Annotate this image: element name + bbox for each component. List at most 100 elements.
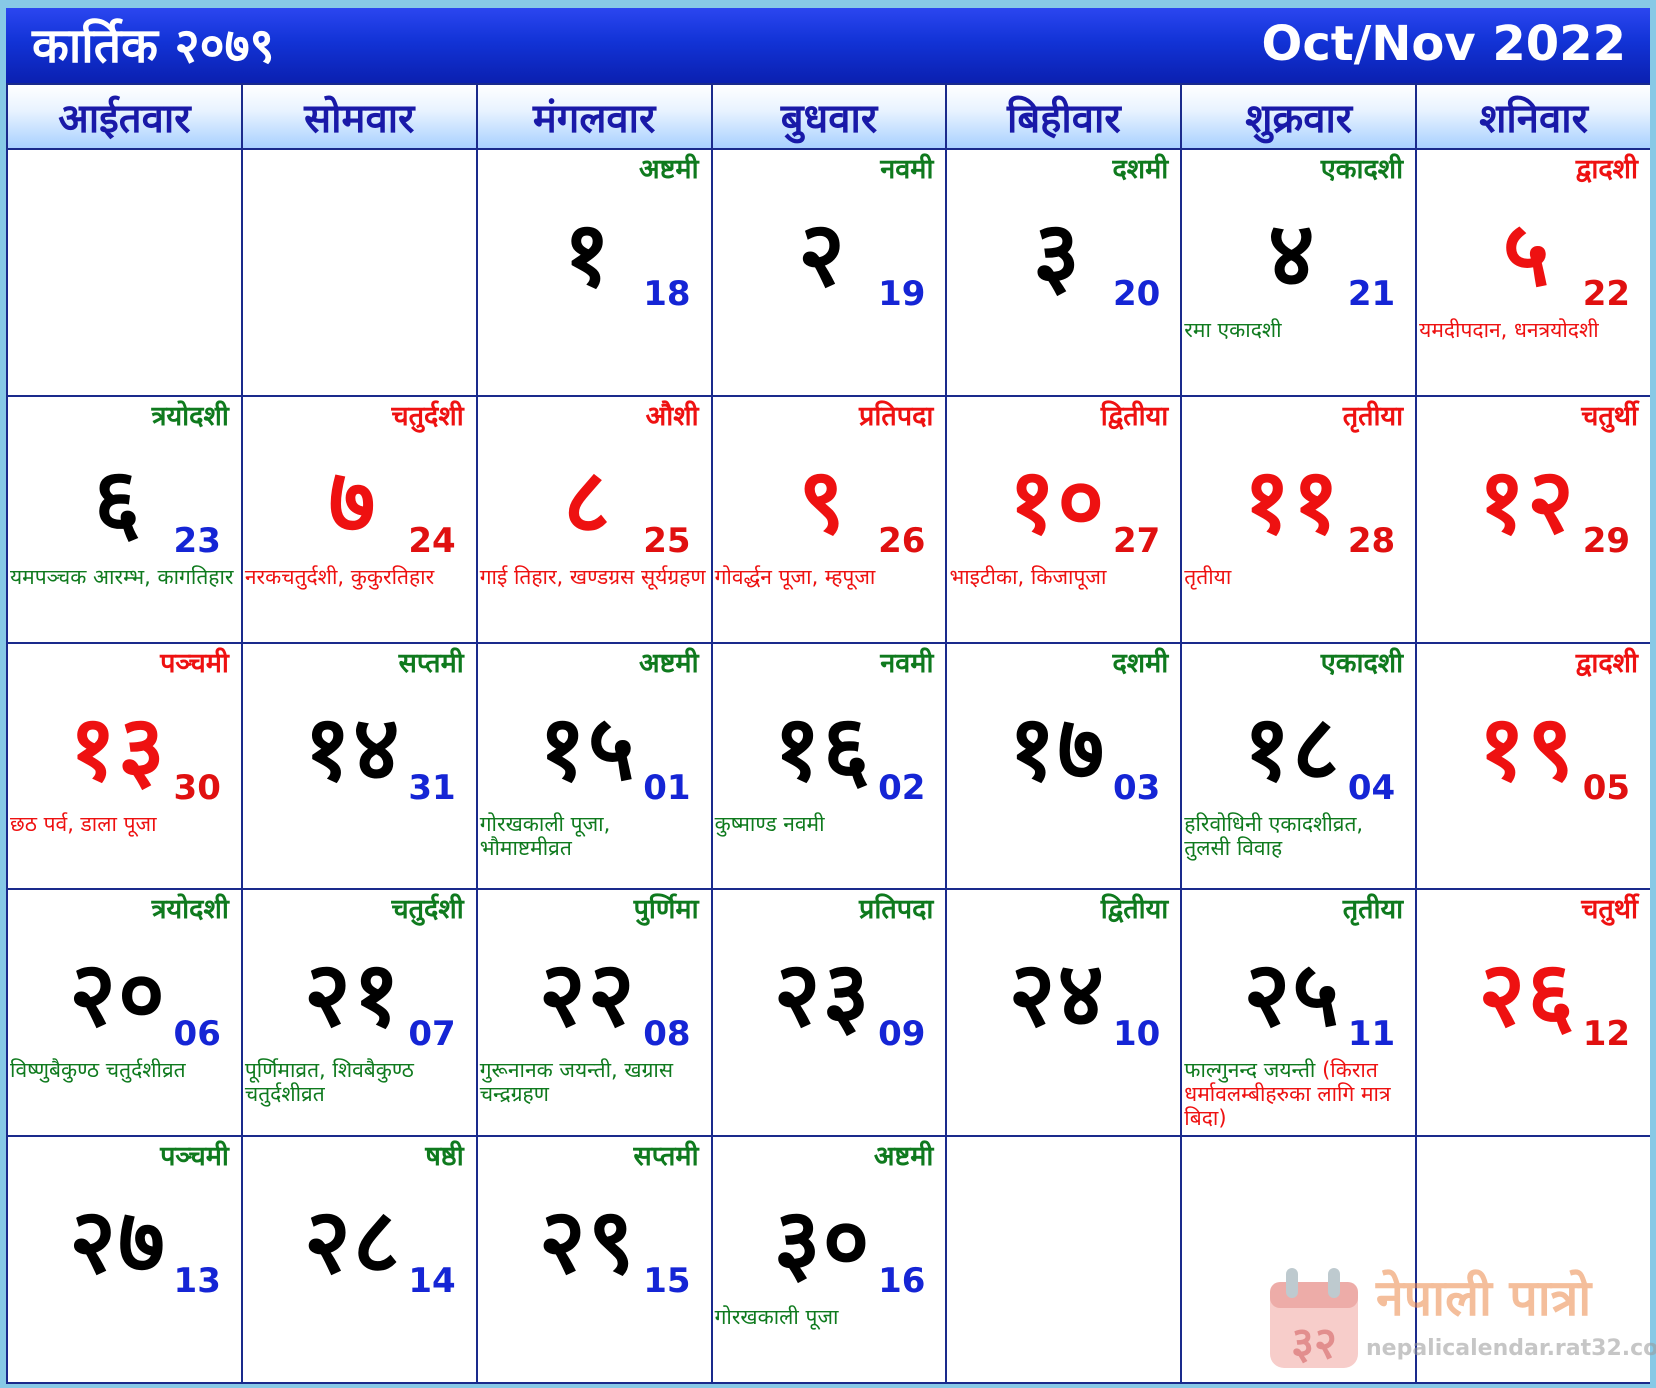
tithi-label: दशमी bbox=[1112, 154, 1169, 185]
tithi-label: एकादशी bbox=[1320, 154, 1404, 185]
tithi-label: नवमी bbox=[880, 647, 934, 679]
day-cell[interactable]: चतुर्दशी २१ 07 पूर्णिमाव्रत, शिवबैकुण्ठ चतु… bbox=[242, 890, 476, 1136]
day-cell[interactable]: तृतीया २५ 11 फाल्गुनन्द जयन्ती (किरात धर्मा… bbox=[1182, 890, 1416, 1136]
weekday-6: शनिवार bbox=[1417, 85, 1651, 148]
day-cell[interactable]: द्वितीया २४ 10 bbox=[947, 890, 1181, 1136]
day-cell[interactable]: षष्ठी २८ 14 bbox=[242, 1137, 476, 1382]
event-note-text: गोरखकाली पूजा bbox=[714, 1305, 839, 1330]
day-cell[interactable]: एकादशी ४ 21 रमा एकादशी bbox=[1182, 150, 1416, 395]
tithi-label: प्रतिपदा bbox=[859, 894, 934, 926]
empty-day-cell bbox=[242, 150, 476, 395]
event-note-text: भाइटीका, किजापूजा bbox=[949, 564, 1107, 589]
tithi-label: चतुर्दशी bbox=[391, 894, 464, 926]
watermark-site: nepalicalendar.rat32.com bbox=[1366, 1336, 1656, 1361]
ad-date: 09 bbox=[878, 1014, 926, 1055]
day-cell[interactable]: दशमी ३ 20 bbox=[947, 150, 1181, 395]
day-cell[interactable]: एकादशी १८ 04 हरिवोधिनी एकादशीव्रत, तुलसी वि… bbox=[1182, 643, 1416, 889]
tithi-label: चतुर्थी bbox=[1581, 400, 1639, 432]
weekday-0: आईतवार bbox=[8, 85, 241, 148]
day-cell[interactable]: दशमी १७ 03 bbox=[947, 643, 1181, 889]
ad-date: 20 bbox=[1112, 274, 1161, 314]
day-cell[interactable]: त्रयोदशी ६ 23 यमपञ्चक आरम्भ, कागतिहार bbox=[8, 396, 241, 642]
day-cell[interactable]: अष्टमी १५ 01 गोरखकाली पूजा, भौमाष्टमीव्रत bbox=[477, 643, 711, 889]
event-note-text: फाल्गुनन्द जयन्ती bbox=[1184, 1058, 1316, 1083]
tithi-label: पञ्चमी bbox=[160, 1141, 229, 1173]
tithi-label: षष्ठी bbox=[425, 1141, 464, 1173]
event-note: गाई तिहार, खण्डग्रस सूर्यग्रहण bbox=[480, 565, 707, 589]
tithi-label: अष्टमी bbox=[639, 154, 699, 185]
ad-date: 28 bbox=[1347, 520, 1396, 561]
ad-date: 07 bbox=[408, 1014, 456, 1055]
event-note: विष्णुबैकुण्ठ चतुर्दशीव्रत bbox=[10, 1058, 237, 1082]
day-cell[interactable]: सप्तमी २९ 15 bbox=[477, 1137, 711, 1382]
ad-date: 13 bbox=[173, 1261, 221, 1302]
calendar-logo-icon: ३२ bbox=[1270, 1268, 1358, 1369]
day-cell[interactable]: नवमी २ 19 bbox=[712, 150, 946, 395]
day-cell[interactable]: सप्तमी १४ 31 bbox=[242, 643, 476, 889]
event-note: पूर्णिमाव्रत, शिवबैकुण्ठ चतुर्दशीव्रत bbox=[245, 1058, 472, 1106]
day-cell[interactable]: प्रतिपदा २३ 09 bbox=[712, 890, 946, 1136]
ad-date: 11 bbox=[1347, 1014, 1396, 1055]
day-cell[interactable]: चतुर्दशी ७ 24 नरकचतुर्दशी, कुकुरतिहार bbox=[242, 396, 476, 642]
weekday-1: सोमवार bbox=[242, 85, 476, 148]
tithi-label: सप्तमी bbox=[398, 647, 464, 679]
event-note: हरिवोधिनी एकादशीव्रत, तुलसी विवाह bbox=[1184, 812, 1411, 860]
day-cell[interactable]: पुर्णिमा २२ 08 गुरूनानक जयन्ती, खग्रास चन्द… bbox=[477, 890, 711, 1136]
event-note-text: विष्णुबैकुण्ठ चतुर्दशीव्रत bbox=[10, 1058, 186, 1083]
day-cell[interactable]: अष्टमी ३० 16 गोरखकाली पूजा bbox=[712, 1137, 946, 1382]
weekday-3: बुधवार bbox=[712, 85, 946, 148]
ad-date: 25 bbox=[643, 520, 691, 561]
event-note: छठ पर्व, डाला पूजा bbox=[10, 812, 237, 836]
day-cell[interactable]: त्रयोदशी २० 06 विष्णुबैकुण्ठ चतुर्दशीव्रत bbox=[8, 890, 241, 1136]
event-note: गोवर्द्धन पूजा, म्हपूजा bbox=[715, 565, 942, 589]
event-note-text: हरिवोधिनी एकादशीव्रत, तुलसी विवाह bbox=[1184, 811, 1364, 860]
ad-date: 04 bbox=[1347, 767, 1396, 808]
day-cell[interactable]: पञ्चमी १३ 30 छठ पर्व, डाला पूजा bbox=[8, 643, 241, 889]
event-note-text: छठ पर्व, डाला पूजा bbox=[10, 811, 157, 836]
tithi-label: द्वितीया bbox=[1100, 894, 1169, 926]
ad-date: 22 bbox=[1582, 274, 1631, 314]
event-note-text: गोवर्द्धन पूजा, म्हपूजा bbox=[714, 564, 876, 589]
tithi-label: द्वितीया bbox=[1100, 400, 1169, 432]
day-cell[interactable]: चतुर्थी १२ 29 bbox=[1417, 396, 1651, 642]
watermark-title: नेपाली पात्रो bbox=[1376, 1269, 1592, 1327]
ad-date: 21 bbox=[1347, 274, 1396, 314]
event-note-text: पूर्णिमाव्रत, शिवबैकुण्ठ चतुर्दशीव्रत bbox=[244, 1058, 414, 1107]
tithi-label: त्रयोदशी bbox=[151, 894, 229, 926]
day-cell[interactable]: द्वितीया १० 27 भाइटीका, किजापूजा bbox=[947, 396, 1181, 642]
event-note-text: तृतीया bbox=[1184, 564, 1232, 589]
day-cell[interactable]: तृतीया ११ 28 तृतीया bbox=[1182, 396, 1416, 642]
event-note: नरकचतुर्दशी, कुकुरतिहार bbox=[245, 565, 472, 589]
ad-date: 18 bbox=[643, 274, 691, 314]
tithi-label: तृतीया bbox=[1342, 400, 1404, 432]
tithi-label: चतुर्थी bbox=[1581, 894, 1639, 926]
tithi-label: द्वादशी bbox=[1575, 154, 1639, 185]
weekday-4: बिहीवार bbox=[947, 85, 1181, 148]
gregorian-month-title: Oct/Nov 2022 bbox=[1261, 16, 1626, 72]
day-cell[interactable]: प्रतिपदा ९ 26 गोवर्द्धन पूजा, म्हपूजा bbox=[712, 396, 946, 642]
day-cell[interactable]: औशी ८ 25 गाई तिहार, खण्डग्रस सूर्यग्रहण bbox=[477, 396, 711, 642]
ad-date: 12 bbox=[1582, 1014, 1631, 1055]
watermark-logo: ३२ नेपाली पात्रो nepalicalendar.rat32.co… bbox=[1258, 1250, 1656, 1380]
tithi-label: पुर्णिमा bbox=[633, 894, 699, 926]
ad-date: 05 bbox=[1582, 767, 1631, 808]
tithi-label: त्रयोदशी bbox=[151, 400, 229, 432]
event-note-text: गुरूनानक जयन्ती, खग्रास चन्द्रग्रहण bbox=[479, 1058, 674, 1107]
day-cell[interactable]: नवमी १६ 02 कुष्माण्ड नवमी bbox=[712, 643, 946, 889]
day-cell[interactable]: अष्टमी १ 18 bbox=[477, 150, 711, 395]
ad-date: 16 bbox=[878, 1261, 926, 1302]
ad-date: 14 bbox=[408, 1261, 456, 1302]
event-note-text: नरकचतुर्दशी, कुकुरतिहार bbox=[244, 564, 435, 589]
tithi-label: औशी bbox=[645, 400, 699, 432]
day-cell[interactable]: द्वादशी ५ 22 यमदीपदान, धनत्रयोदशी bbox=[1417, 150, 1651, 395]
ad-date: 24 bbox=[408, 520, 456, 561]
event-note: तृतीया bbox=[1184, 565, 1411, 589]
event-note: यमदीपदान, धनत्रयोदशी bbox=[1419, 318, 1646, 342]
day-cell[interactable]: चतुर्थी २६ 12 bbox=[1417, 890, 1651, 1136]
event-note: यमपञ्चक आरम्भ, कागतिहार bbox=[10, 565, 237, 589]
day-cell[interactable]: द्वादशी १९ 05 bbox=[1417, 643, 1651, 889]
event-note: भाइटीका, किजापूजा bbox=[949, 565, 1176, 589]
event-note-text: गोरखकाली पूजा, भौमाष्टमीव्रत bbox=[479, 811, 611, 860]
calendar: कार्तिक २०७९ Oct/Nov 2022 आईतवार सोमवार मं… bbox=[6, 8, 1656, 1384]
day-cell[interactable]: पञ्चमी २७ 13 bbox=[8, 1137, 241, 1382]
